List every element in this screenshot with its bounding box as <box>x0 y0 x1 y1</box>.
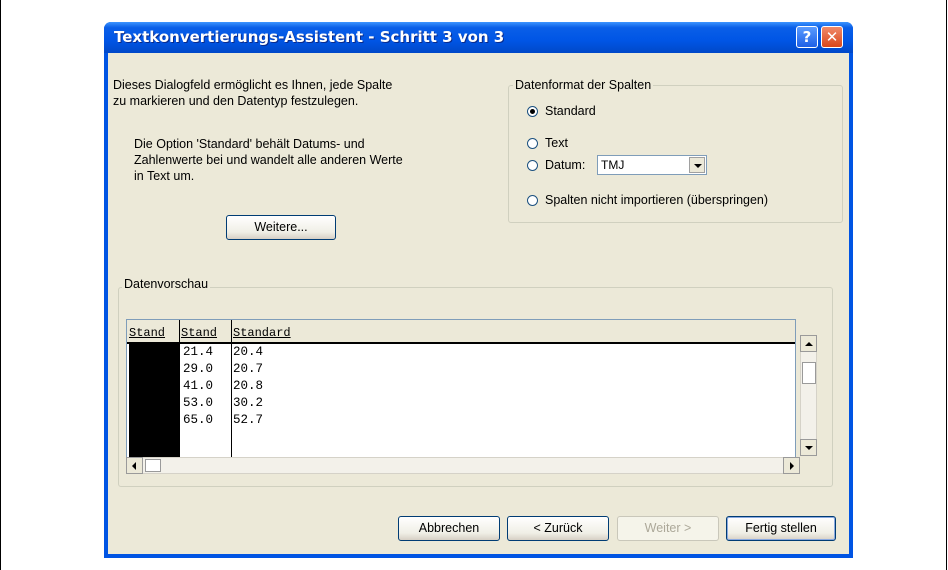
page-left-border <box>0 0 1 570</box>
date-format-value: TMJ <box>601 158 625 172</box>
help-button[interactable]: ? <box>796 26 818 48</box>
advanced-button-label: Weitere... <box>254 220 308 234</box>
column-header-1[interactable]: Stand <box>129 326 165 340</box>
radio-standard[interactable] <box>527 106 538 117</box>
scroll-right-button[interactable] <box>783 457 800 474</box>
table-cell: 21.4 <box>183 345 214 359</box>
preview-header-row: Stand Stand Standard <box>127 320 795 344</box>
table-cell: 53.0 <box>183 396 214 410</box>
horizontal-scroll-thumb[interactable] <box>145 459 161 472</box>
vertical-scroll-thumb[interactable] <box>802 362 816 384</box>
table-cell: 30.2 <box>233 396 264 410</box>
cancel-button[interactable]: Abbrechen <box>398 516 500 541</box>
column-header-3[interactable]: Standard <box>233 326 291 340</box>
chevron-down-icon <box>694 164 702 168</box>
arrow-left-icon <box>132 462 136 470</box>
finish-button[interactable]: Fertig stellen <box>726 516 836 541</box>
table-cell: 20.4 <box>233 345 264 359</box>
table-cell: 29.0 <box>183 362 214 376</box>
table-cell: 65.0 <box>183 413 214 427</box>
date-format-dropdown-button[interactable] <box>689 157 705 173</box>
close-button[interactable]: ✕ <box>821 26 843 48</box>
info-line-3: in Text um. <box>134 169 195 183</box>
radio-skip-column-label[interactable]: Spalten nicht importieren (überspringen) <box>545 193 768 208</box>
radio-date-label[interactable]: Datum: <box>545 158 585 173</box>
radio-skip-column[interactable] <box>527 195 538 206</box>
column-format-legend: Datenformat der Spalten <box>513 78 654 92</box>
radio-date[interactable] <box>527 160 538 171</box>
date-format-select[interactable]: TMJ <box>597 155 707 175</box>
next-button-label: Weiter > <box>644 521 692 535</box>
finish-button-label: Fertig stellen <box>745 521 817 535</box>
table-cell: 41.0 <box>183 379 214 393</box>
column-divider <box>179 320 180 458</box>
title-bar[interactable]: Textkonvertierungs-Assistent - Schritt 3… <box>104 22 853 53</box>
description-line-1: Dieses Dialogfeld ermöglicht es Ihnen, j… <box>113 78 393 92</box>
help-icon: ? <box>802 28 812 46</box>
selected-column-1[interactable] <box>129 342 179 458</box>
scroll-down-button[interactable] <box>800 439 817 456</box>
data-preview-legend: Datenvorschau <box>122 277 211 291</box>
column-header-2[interactable]: Stand <box>181 326 217 340</box>
advanced-button[interactable]: Weitere... <box>226 215 336 240</box>
horizontal-scrollbar[interactable] <box>126 457 800 474</box>
arrow-right-icon <box>790 462 794 470</box>
radio-text[interactable] <box>527 138 538 149</box>
arrow-up-icon <box>805 342 813 346</box>
description-line-2: zu markieren und den Datentyp festzulege… <box>113 94 359 108</box>
column-divider <box>231 320 232 458</box>
vertical-scrollbar[interactable] <box>800 335 817 456</box>
table-cell: 20.7 <box>233 362 264 376</box>
info-line-1: Die Option 'Standard' behält Datums- und <box>134 137 365 151</box>
close-icon: ✕ <box>825 28 839 46</box>
back-button-label: < Zurück <box>533 521 583 535</box>
cancel-button-label: Abbrechen <box>418 521 480 535</box>
data-preview-grid[interactable]: Stand Stand Standard 21.4 20.4 29.0 20.7… <box>126 319 796 459</box>
arrow-down-icon <box>805 446 813 450</box>
info-line-2: Zahlenwerte bei und wandelt alle anderen… <box>134 153 403 167</box>
next-button[interactable]: Weiter > <box>617 516 719 541</box>
radio-text-label[interactable]: Text <box>545 136 568 151</box>
table-cell: 52.7 <box>233 413 264 427</box>
table-cell: 20.8 <box>233 379 264 393</box>
radio-standard-label[interactable]: Standard <box>545 104 596 119</box>
page-right-border <box>946 0 947 570</box>
back-button[interactable]: < Zurück <box>507 516 609 541</box>
scroll-up-button[interactable] <box>800 335 817 352</box>
scroll-left-button[interactable] <box>126 457 143 474</box>
window-title: Textkonvertierungs-Assistent - Schritt 3… <box>114 28 505 46</box>
